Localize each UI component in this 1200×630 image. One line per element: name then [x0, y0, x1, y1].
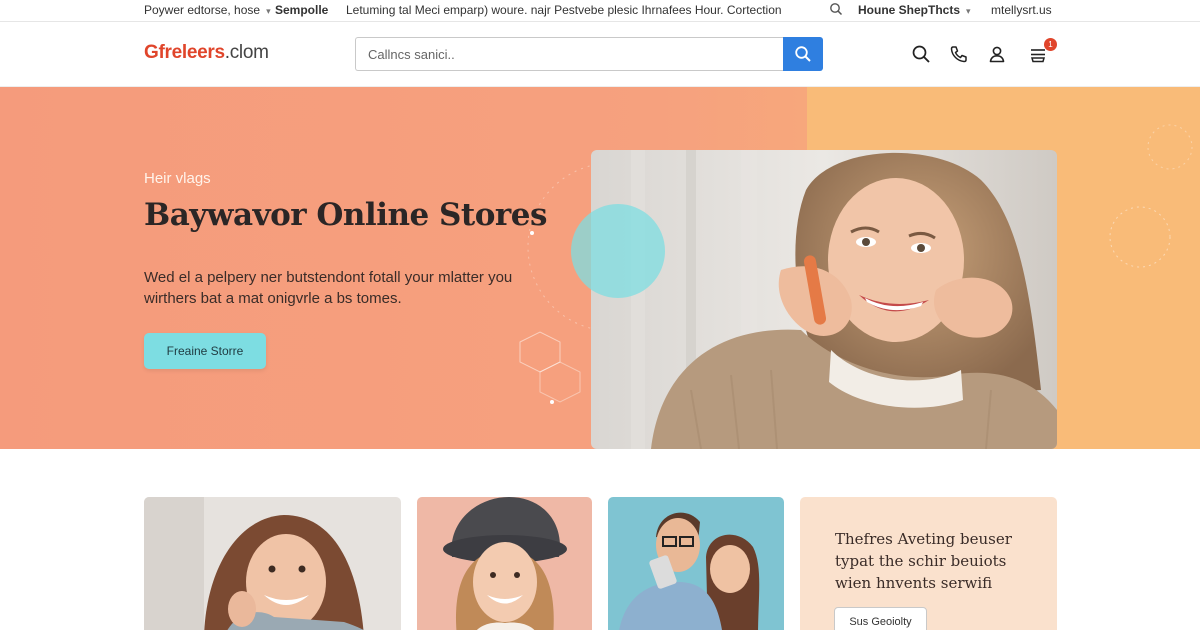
promo-button[interactable]: Sus Geoiolty: [834, 607, 927, 630]
promo-text: Thefres Aveting beuser typat the schir b…: [835, 530, 1012, 592]
logo-brand: Gfreleers: [144, 42, 225, 63]
hero-kicker: Heir vlags: [144, 170, 211, 187]
hero-photo-illustration: [591, 150, 1057, 449]
hero-banner: Heir vlags Baywavor Online Stores Wed el…: [0, 87, 1200, 449]
hero-description: Wed el a pelpery ner butstendont fotall …: [144, 269, 513, 307]
chevron-down-icon: ▾: [266, 6, 271, 16]
chevron-down-icon: ▾: [966, 6, 971, 16]
cart-count-badge: 1: [1044, 38, 1057, 51]
topbar-promo-text: Letuming tal Meci emparp) woure. najr Pe…: [346, 3, 782, 17]
product-image-3: [608, 497, 784, 630]
logo-tld: .clom: [224, 42, 269, 63]
topbar-link-1[interactable]: Poywer edtorse, hose ▾: [144, 3, 271, 17]
user-icon[interactable]: [987, 44, 1007, 64]
topbar-link-2[interactable]: Sempolle: [275, 3, 328, 17]
hero-accent-circle: [571, 204, 665, 298]
product-card-3[interactable]: [608, 497, 784, 630]
topbar-nav-label: Houne ShepThcts: [858, 3, 961, 17]
search-icon: [795, 46, 811, 62]
product-image-1: [144, 497, 401, 630]
search-button[interactable]: [783, 37, 823, 71]
search-icon[interactable]: [829, 2, 843, 16]
product-image-2: [417, 497, 592, 630]
topbar-nav-link[interactable]: Houne ShepThcts ▾: [858, 3, 971, 17]
product-card-1[interactable]: [144, 497, 401, 630]
search-input[interactable]: [355, 37, 785, 71]
site-header: Gfreleers.clom 1: [0, 22, 1200, 87]
top-utility-bar: Poywer edtorse, hose ▾ Sempolle Letuming …: [0, 0, 1200, 22]
search-bar: [355, 37, 823, 71]
hero-title: Baywavor Online Stores: [144, 197, 547, 233]
phone-icon[interactable]: [949, 44, 969, 64]
search-icon[interactable]: [911, 44, 931, 64]
hero-cta-button[interactable]: Freaine Storre: [144, 333, 266, 369]
hero-image: [591, 150, 1057, 449]
topbar-link-1-label: Poywer edtorse, hose: [144, 3, 261, 17]
topbar-account-link[interactable]: mtellysrt.us: [991, 3, 1052, 17]
site-logo[interactable]: Gfreleers.clom: [144, 42, 269, 64]
product-card-2[interactable]: [417, 497, 592, 630]
